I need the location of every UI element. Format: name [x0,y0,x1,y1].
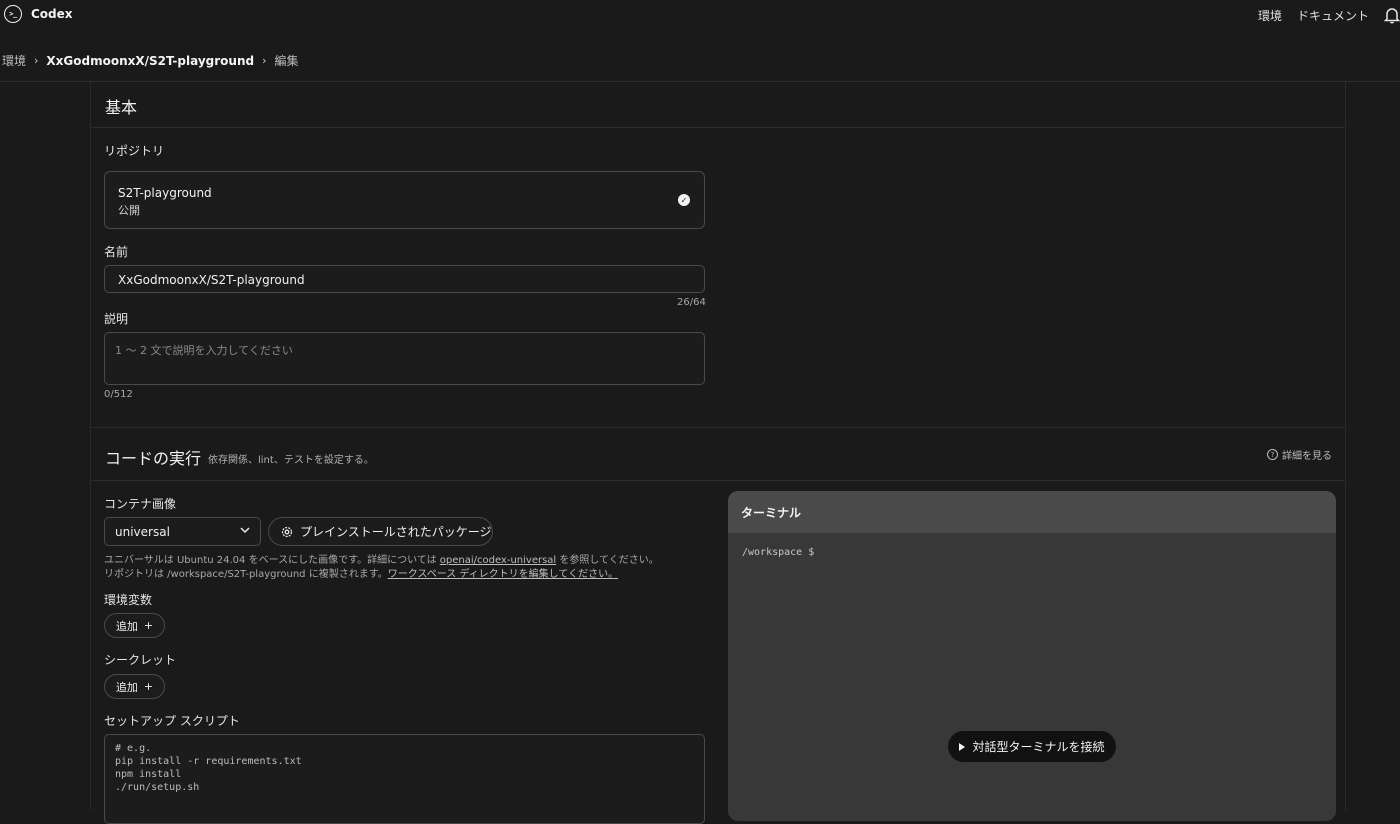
plus-icon: + [143,619,154,632]
learn-more-link[interactable]: ? 詳細を見る [1267,447,1332,462]
add-secret-button[interactable]: 追加 + [104,674,165,699]
env-vars-label: 環境変数 [104,593,153,607]
preinstalled-packages-label: プレインストールされたパッケージ [300,525,492,539]
secrets-label: シークレット [104,653,177,667]
connect-terminal-button[interactable]: 対話型ターミナルを接続 [948,731,1116,762]
add-env-var-button[interactable]: 追加 + [104,613,165,638]
section-title-code-exec: コードの実行 [105,449,202,468]
container-image-value: universal [115,525,170,539]
container-help-line2: リポジトリは /workspace/S2T-playground に複製されます… [104,565,618,580]
repository-name: S2T-playground [118,186,212,200]
question-circle-icon: ? [1267,449,1278,460]
chevron-down-icon [240,527,250,534]
name-char-count: 26/64 [677,297,706,308]
section-title-basic: 基本 [105,98,138,117]
nav-docs-link[interactable]: ドキュメント [1297,7,1369,24]
code-line: pip install -r requirements.txt [115,756,302,767]
connect-terminal-label: 対話型ターミナルを接続 [972,740,1105,754]
terminal-panel: ターミナル /workspace $ 対話型ターミナルを接続 [728,491,1336,821]
setup-script-editor[interactable]: # e.g. pip install -r requirements.txt n… [104,734,705,824]
preinstalled-packages-button[interactable]: プレインストールされたパッケージ [268,517,493,546]
learn-more-label: 詳細を見る [1282,451,1332,462]
gear-icon [281,526,293,537]
plus-icon: + [143,680,154,693]
name-input[interactable]: XxGodmoonxX/S2T-playground [104,265,705,293]
repository-card[interactable]: S2T-playground 公開 ✓ [104,171,705,229]
breadcrumb-environments[interactable]: 環境 [2,52,26,69]
description-char-count: 0/512 [104,389,133,400]
description-textarea[interactable]: 1 〜 2 文で説明を入力してください [104,332,705,385]
terminal-header: ターミナル [728,491,1336,533]
add-label: 追加 [115,680,138,694]
breadcrumb: 環境 › XxGodmoonxX/S2T-playground › 編集 [2,52,299,69]
container-image-label: コンテナ画像 [104,497,177,511]
setup-script-label: セットアップ スクリプト [104,714,240,728]
description-label: 説明 [104,312,129,326]
add-label: 追加 [115,619,138,633]
divider [91,427,1346,428]
chevron-right-icon: › [34,54,39,67]
play-icon [959,742,966,751]
breadcrumb-current: 編集 [274,54,299,68]
check-circle-icon: ✓ [678,194,690,206]
codex-logo-icon[interactable]: >_ [4,5,22,23]
repository-label: リポジトリ [104,144,165,158]
edit-workspace-link[interactable]: ワークスペース ディレクトリを編集してください。 [388,569,618,580]
divider [91,127,1346,128]
top-bar: >_ Codex 環境 ドキュメント [0,0,1400,30]
code-line: # e.g. [115,743,152,754]
container-help-line1: ユニバーサルは Ubuntu 24.04 をベースにした画像です。詳細については… [104,551,659,566]
terminal-title: ターミナル [741,506,802,520]
name-label: 名前 [104,245,129,259]
code-line: ./run/setup.sh [115,782,200,793]
terminal-prompt: /workspace $ [742,547,815,558]
help-text: リポジトリは /workspace/S2T-playground に複製されます… [104,569,388,580]
app-title[interactable]: Codex [31,7,73,21]
description-placeholder: 1 〜 2 文で説明を入力してください [115,344,293,357]
section-subtitle: 依存関係、lint、テストを設定する。 [208,455,374,466]
repository-visibility: 公開 [118,204,140,217]
nav-environments-link[interactable]: 環境 [1258,7,1282,24]
code-line: npm install [115,769,182,780]
bell-icon[interactable] [1384,6,1400,24]
divider [91,480,1346,481]
chevron-right-icon: › [262,54,267,67]
container-image-select[interactable]: universal [104,517,261,546]
breadcrumb-repo[interactable]: XxGodmoonxX/S2T-playground [46,54,254,68]
name-input-value: XxGodmoonxX/S2T-playground [118,273,305,287]
